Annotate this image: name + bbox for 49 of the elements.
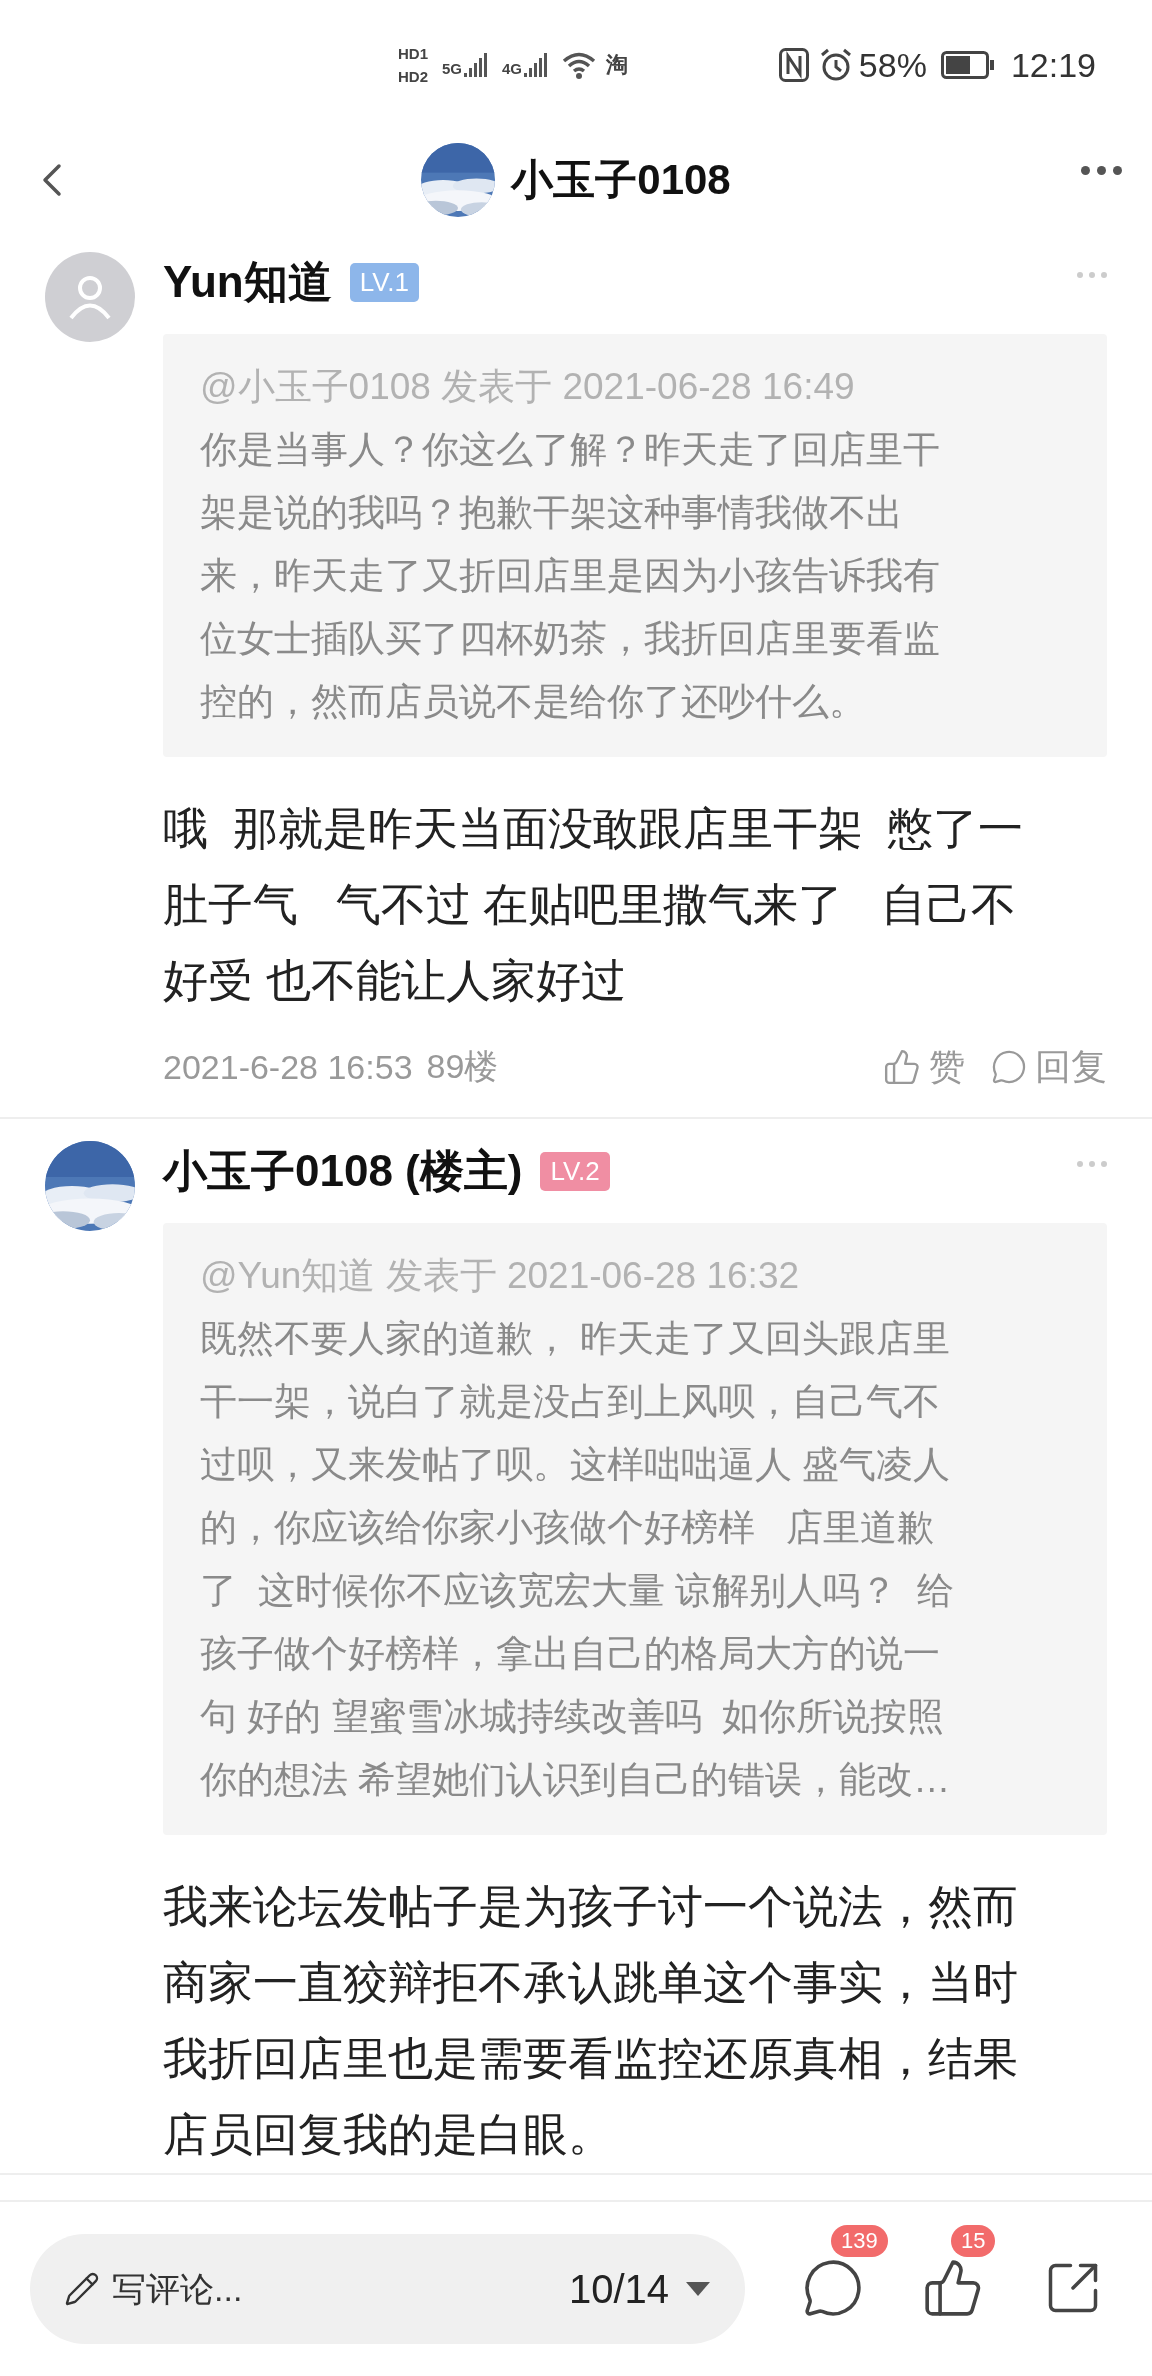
author-name[interactable]: Yun知道 — [163, 252, 332, 312]
clock-time: 12:19 — [1010, 45, 1096, 85]
post-text: 商家一直狡辩拒不承认跳单这个事实，当时 — [163, 1956, 1019, 2010]
page-selector[interactable]: 10/14 — [568, 2266, 711, 2312]
post-text: 哦 那就是昨天当面没敢跟店里干架 憋了一 — [163, 802, 1024, 856]
battery-icon — [940, 51, 995, 79]
quote-text: 句 好的 望蜜雪冰城持续改善吗 如你所说按照 — [200, 1695, 946, 1739]
nfc-icon — [778, 48, 809, 82]
post-text: 好受 也不能让人家好过 — [163, 954, 627, 1008]
quote-text: 既然不要人家的道歉， 昨天走了又回头跟店里 — [200, 1317, 952, 1361]
quote-text: 干一架，说白了就是没占到上风呗，自己气不 — [200, 1380, 941, 1424]
thread-title: 小玉子0108 — [511, 155, 731, 205]
network-label: 5G — [442, 60, 463, 77]
speech-bubble-icon — [991, 1049, 1027, 1085]
notification-icon: 淘 — [606, 50, 629, 80]
quote-text: 了 这时候你不应该宽宏大量 谅解别人吗？ 给 — [200, 1569, 956, 1613]
author-name[interactable]: 小玉子0108 (楼主) — [163, 1141, 523, 1201]
network-label: 4G — [502, 60, 523, 77]
quote-text: 位女士插队买了四杯奶茶，我折回店里要看监 — [200, 617, 941, 661]
post-text: 店员回复我的是白眼。 — [163, 2108, 614, 2162]
floor-number: 89楼 — [426, 1046, 499, 1087]
post-text: 肚子气 气不过 在贴吧里撒气来了 自己不 — [163, 878, 1017, 932]
quote-text: 的，你应该给你家小孩做个好榜样 店里道歉 — [200, 1506, 935, 1550]
alarm-icon — [818, 48, 853, 82]
level-badge: LV.2 — [540, 1151, 610, 1191]
sim-indicator: HD1 — [398, 45, 428, 62]
quote-text: 你是当事人？你这么了解？昨天走了回店里干 — [200, 428, 941, 472]
more-button[interactable] — [1081, 166, 1122, 175]
sim-indicator: HD2 — [398, 68, 428, 85]
quote-header: @Yun知道 发表于 2021-06-28 16:32 — [200, 1254, 801, 1298]
comment-count-badge: 139 — [831, 2225, 888, 2257]
post-text: 我折回店里也是需要看监控还原真相，结果 — [163, 2032, 1019, 2086]
quote-text: 过呗，又来发帖了呗。这样咄咄逼人 盛气凌人 — [200, 1443, 952, 1487]
like-count-badge: 15 — [951, 2225, 996, 2257]
quote-text: 孩子做个好榜样，拿出自己的格局大方的说一 — [200, 1632, 941, 1676]
post-time: 2021-6-28 16:53 — [163, 1047, 413, 1087]
wifi-icon — [562, 51, 597, 79]
quote-text: 你的想法 希望她们认识到自己的错误，能改… — [200, 1758, 952, 1802]
post-text: 我来论坛发帖子是为孩子讨一个说法，然而 — [163, 1880, 1019, 1934]
thumbs-up-icon — [883, 1048, 921, 1086]
caret-down-icon — [685, 2280, 711, 2298]
quote-text: 架是说的我吗？抱歉干架这种事情我做不出 — [200, 491, 904, 535]
comment-field[interactable]: 写评论... 10/14 — [30, 2234, 745, 2344]
level-badge: LV.1 — [349, 262, 419, 302]
quote-header: @小玉子0108 发表于 2021-06-28 16:49 — [200, 365, 856, 409]
pencil-icon — [64, 2271, 100, 2307]
quote-text: 来，昨天走了又折回店里是因为小孩告诉我有 — [200, 554, 941, 598]
battery-percentage: 58% — [858, 45, 927, 85]
quote-text: 控的，然而店员说不是给你了还吵什么。 — [200, 680, 867, 724]
